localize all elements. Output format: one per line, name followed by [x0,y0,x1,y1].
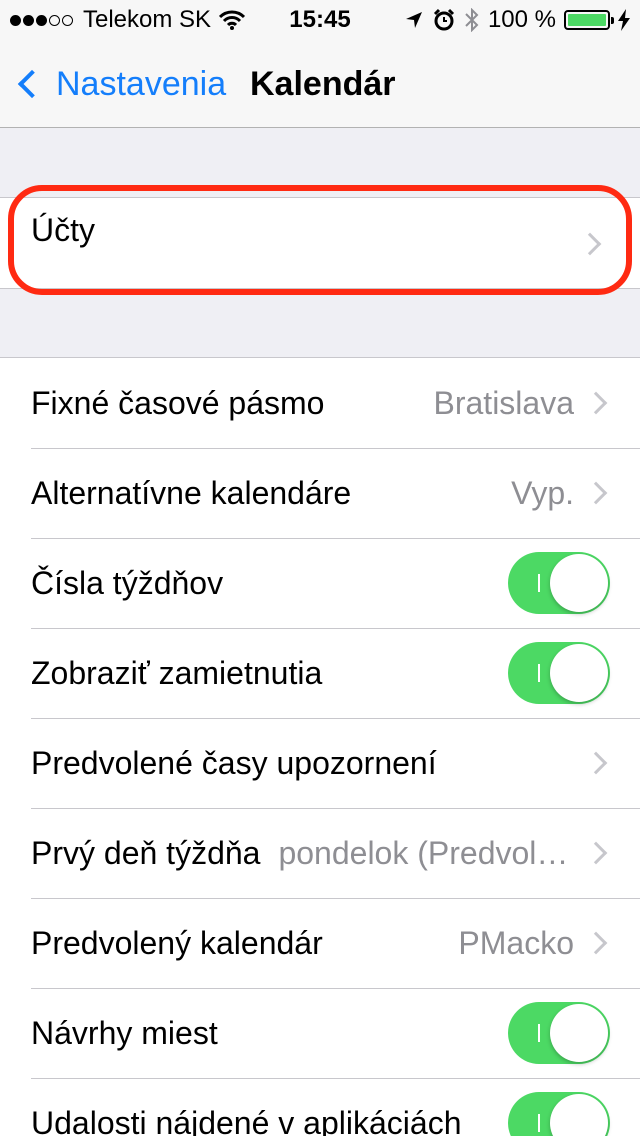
battery-icon [564,10,614,30]
events-found-in-apps-row: Udalosti nájdené v aplikáciách [0,1078,640,1136]
status-bar-right: 100 % [396,0,630,40]
alarm-icon [433,8,454,31]
navigation-bar: Nastavenia Kalendár [0,40,640,128]
chevron-right-icon [584,391,608,415]
row-value: PMacko [458,924,574,961]
back-button[interactable]: Nastavenia [12,40,226,128]
default-calendar-row[interactable]: Predvolený kalendár PMacko [0,898,640,988]
accounts-group: Účty [0,197,640,289]
location-icon [405,12,422,28]
row-value: Bratislava [433,384,575,421]
time-zone-override-row[interactable]: Fixné časové pásmo Bratislava [0,358,640,448]
back-button-label: Nastavenia [56,64,227,103]
chevron-right-icon [584,841,608,865]
first-day-of-week-row[interactable]: Prvý deň týždňa pondelok (Predvolené) [0,808,640,898]
events-found-in-apps-toggle[interactable] [508,1092,610,1136]
show-declined-row: Zobraziť zamietnutia [0,628,640,718]
row-label: Predvolený kalendár [31,924,323,961]
row-label: Udalosti nájdené v aplikáciách [31,1104,462,1136]
row-label: Fixné časové pásmo [31,384,325,421]
chevron-left-icon [17,69,47,99]
alternate-calendars-row[interactable]: Alternatívne kalendáre Vyp. [0,448,640,538]
accounts-label: Účty [31,212,95,248]
chevron-right-icon [584,751,608,775]
row-label: Alternatívne kalendáre [31,474,352,511]
accounts-row[interactable]: Účty [0,198,640,288]
row-value: pondelok (Predvolené) [278,834,574,871]
row-label: Predvolené časy upozornení [31,744,437,781]
chevron-right-icon [584,481,608,505]
page-title: Kalendár [250,65,396,103]
row-label: Prvý deň týždňa [31,834,261,871]
charging-icon [618,9,630,31]
row-label: Zobraziť zamietnutia [31,654,323,691]
week-numbers-toggle[interactable] [508,552,610,614]
week-numbers-row: Čísla týždňov [0,538,640,628]
chevron-right-icon [584,931,608,955]
bluetooth-icon [465,8,479,32]
calendar-settings-group: Fixné časové pásmo Bratislava Alternatív… [0,357,640,1136]
battery-percent: 100 % [487,6,556,33]
row-label: Čísla týždňov [31,564,224,601]
status-bar: Telekom SK 15:45 100 % [0,0,640,40]
default-alert-times-row[interactable]: Predvolené časy upozornení [0,718,640,808]
location-suggestions-row: Návrhy miest [0,988,640,1078]
chevron-right-icon [578,232,602,256]
settings-screen: Telekom SK 15:45 100 % Nastavenia Kalend… [0,0,640,1136]
show-declined-toggle[interactable] [508,642,610,704]
row-value: Vyp. [511,474,574,511]
row-label: Návrhy miest [31,1014,218,1051]
location-suggestions-toggle[interactable] [508,1002,610,1064]
